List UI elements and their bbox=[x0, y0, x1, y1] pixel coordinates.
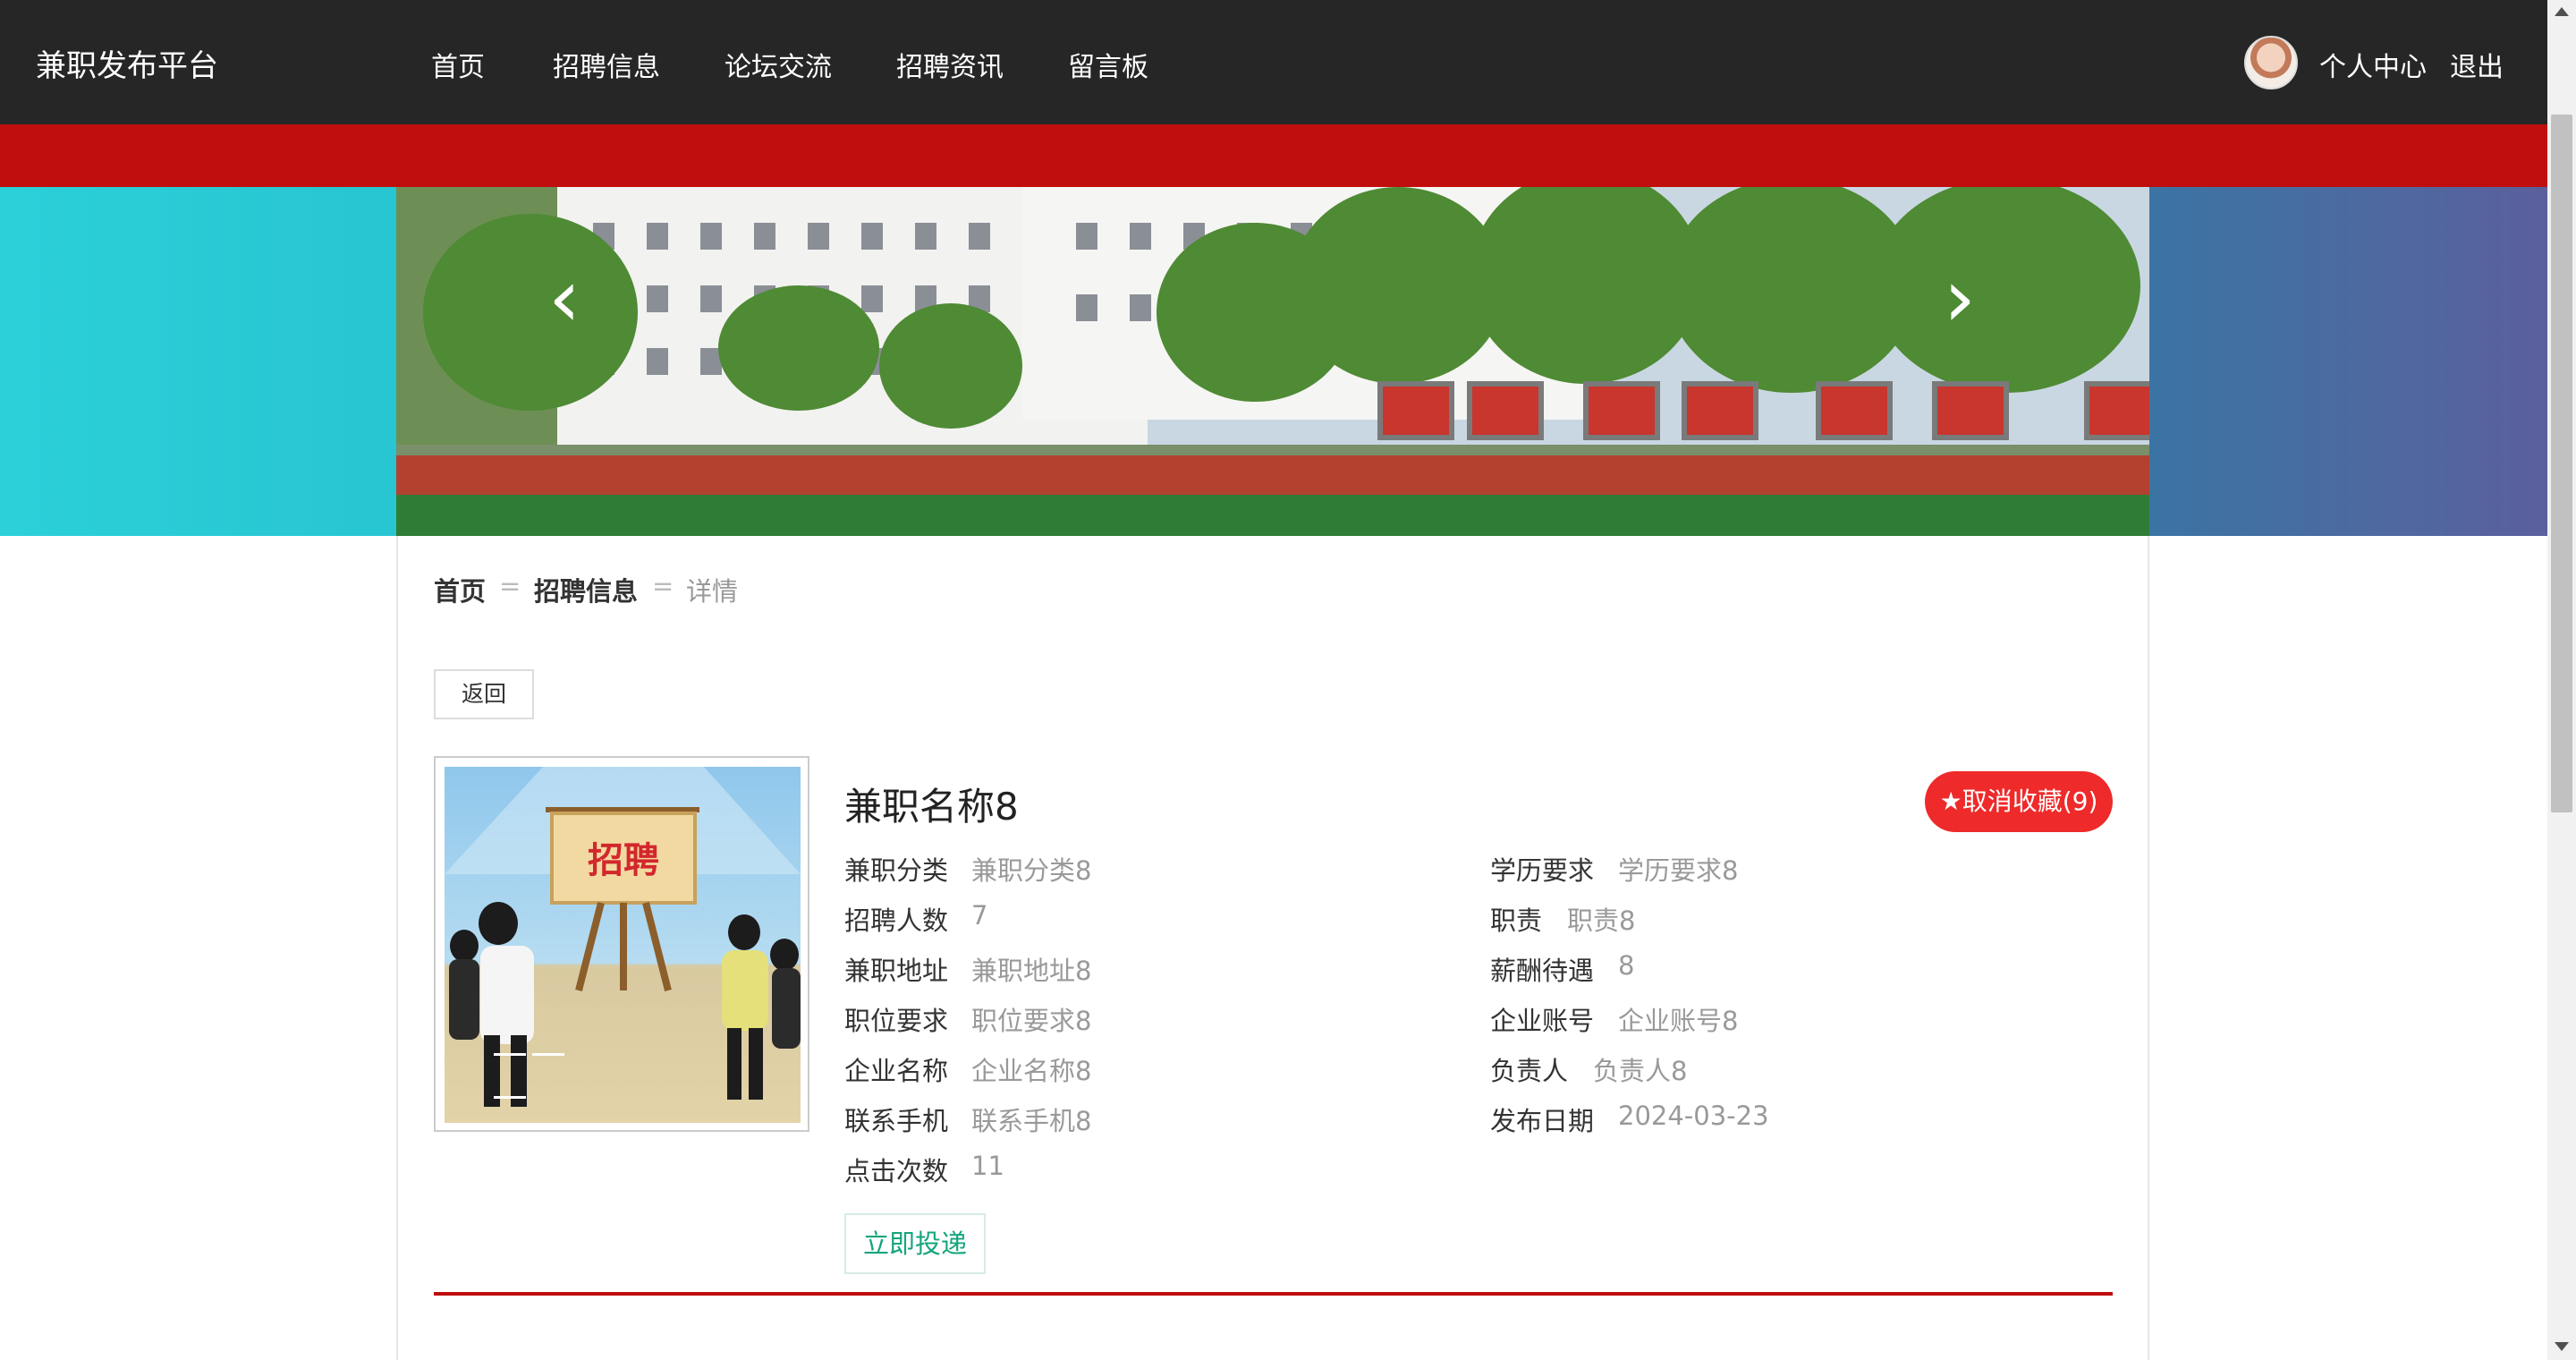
back-button[interactable]: 返回 bbox=[434, 669, 534, 719]
user-center-link[interactable]: 个人中心 bbox=[2319, 45, 2427, 84]
field-value-contact-person: 负责人8 bbox=[1593, 1056, 1688, 1086]
site-brand[interactable]: 兼职发布平台 bbox=[36, 41, 218, 85]
field-value-company: 企业名称8 bbox=[971, 1056, 1092, 1086]
field-label-company-account: 企业账号 bbox=[1490, 1006, 1595, 1036]
avatar[interactable] bbox=[2244, 36, 2298, 89]
breadcrumb-separator: = bbox=[652, 571, 674, 601]
job-title: 兼职名称8 bbox=[844, 785, 1019, 829]
scroll-up-icon[interactable] bbox=[2555, 7, 2569, 16]
campus-photo bbox=[396, 187, 2149, 536]
field-label-requirements: 职位要求 bbox=[844, 1006, 949, 1036]
field-label-clicks: 点击次数 bbox=[844, 1156, 949, 1186]
recruitment-illustration: 招聘 bbox=[445, 767, 801, 1107]
field-value-phone: 联系手机8 bbox=[971, 1106, 1092, 1136]
field-value-clicks: 11 bbox=[971, 1151, 1004, 1181]
carousel-next-icon[interactable]: › bbox=[1944, 259, 1976, 339]
page-scrollbar[interactable] bbox=[2547, 0, 2576, 1360]
field-label-phone: 联系手机 bbox=[844, 1106, 949, 1136]
field-label-headcount: 招聘人数 bbox=[844, 905, 949, 936]
field-value-address: 兼职地址8 bbox=[971, 956, 1092, 986]
field-value-duties: 职责8 bbox=[1567, 905, 1636, 936]
nav-forum[interactable]: 论坛交流 bbox=[724, 45, 832, 84]
hero-carousel: ‹ › bbox=[0, 187, 2547, 695]
carousel-prev-icon[interactable]: ‹ bbox=[548, 259, 580, 339]
nav-news[interactable]: 招聘资讯 bbox=[896, 45, 1004, 84]
hero-left-bg bbox=[0, 187, 396, 536]
top-navbar: 兼职发布平台 首页 招聘信息 论坛交流 招聘资讯 留言板 个人中心 退出 bbox=[0, 0, 2547, 124]
field-value-category: 兼职分类8 bbox=[971, 855, 1092, 886]
field-label-education: 学历要求 bbox=[1490, 855, 1595, 886]
field-label-contact-person: 负责人 bbox=[1490, 1056, 1569, 1086]
field-label-publish-date: 发布日期 bbox=[1490, 1106, 1595, 1136]
nav-message-board[interactable]: 留言板 bbox=[1068, 45, 1148, 84]
field-label-category: 兼职分类 bbox=[844, 855, 949, 886]
accent-band bbox=[0, 124, 2547, 187]
breadcrumb-current: 详情 bbox=[686, 576, 739, 607]
breadcrumb-jobs[interactable]: 招聘信息 bbox=[534, 571, 638, 608]
nav-home[interactable]: 首页 bbox=[431, 45, 485, 84]
nav-jobs[interactable]: 招聘信息 bbox=[553, 45, 660, 84]
field-label-address: 兼职地址 bbox=[844, 956, 949, 986]
field-label-salary: 薪酬待遇 bbox=[1490, 956, 1595, 986]
field-label-duties: 职责 bbox=[1490, 905, 1543, 936]
breadcrumb-separator: = bbox=[499, 571, 521, 601]
field-value-requirements: 职位要求8 bbox=[971, 1006, 1092, 1036]
poster-sign-text: 招聘 bbox=[588, 840, 659, 881]
scroll-down-icon[interactable] bbox=[2555, 1342, 2569, 1351]
breadcrumb-home[interactable]: 首页 bbox=[434, 571, 486, 608]
logout-link[interactable]: 退出 bbox=[2450, 45, 2504, 84]
apply-button[interactable]: 立即投递 bbox=[844, 1213, 986, 1274]
job-image-frame: 招聘 bbox=[434, 756, 809, 1132]
unfavorite-button[interactable]: ★取消收藏(9) bbox=[1925, 771, 2113, 832]
field-value-education: 学历要求8 bbox=[1618, 855, 1739, 886]
field-value-salary: 8 bbox=[1618, 950, 1635, 981]
scrollbar-thumb[interactable] bbox=[2551, 115, 2572, 812]
field-value-company-account: 企业账号8 bbox=[1618, 1006, 1739, 1036]
section-divider bbox=[434, 1292, 2113, 1296]
carousel-slide-image: ‹ › bbox=[396, 187, 2149, 536]
field-value-publish-date: 2024-03-23 bbox=[1618, 1101, 1769, 1131]
hero-right-bg bbox=[2149, 187, 2547, 536]
field-value-headcount: 7 bbox=[971, 900, 988, 931]
job-poster-image: 招聘 bbox=[445, 767, 801, 1123]
field-label-company: 企业名称 bbox=[844, 1056, 949, 1086]
